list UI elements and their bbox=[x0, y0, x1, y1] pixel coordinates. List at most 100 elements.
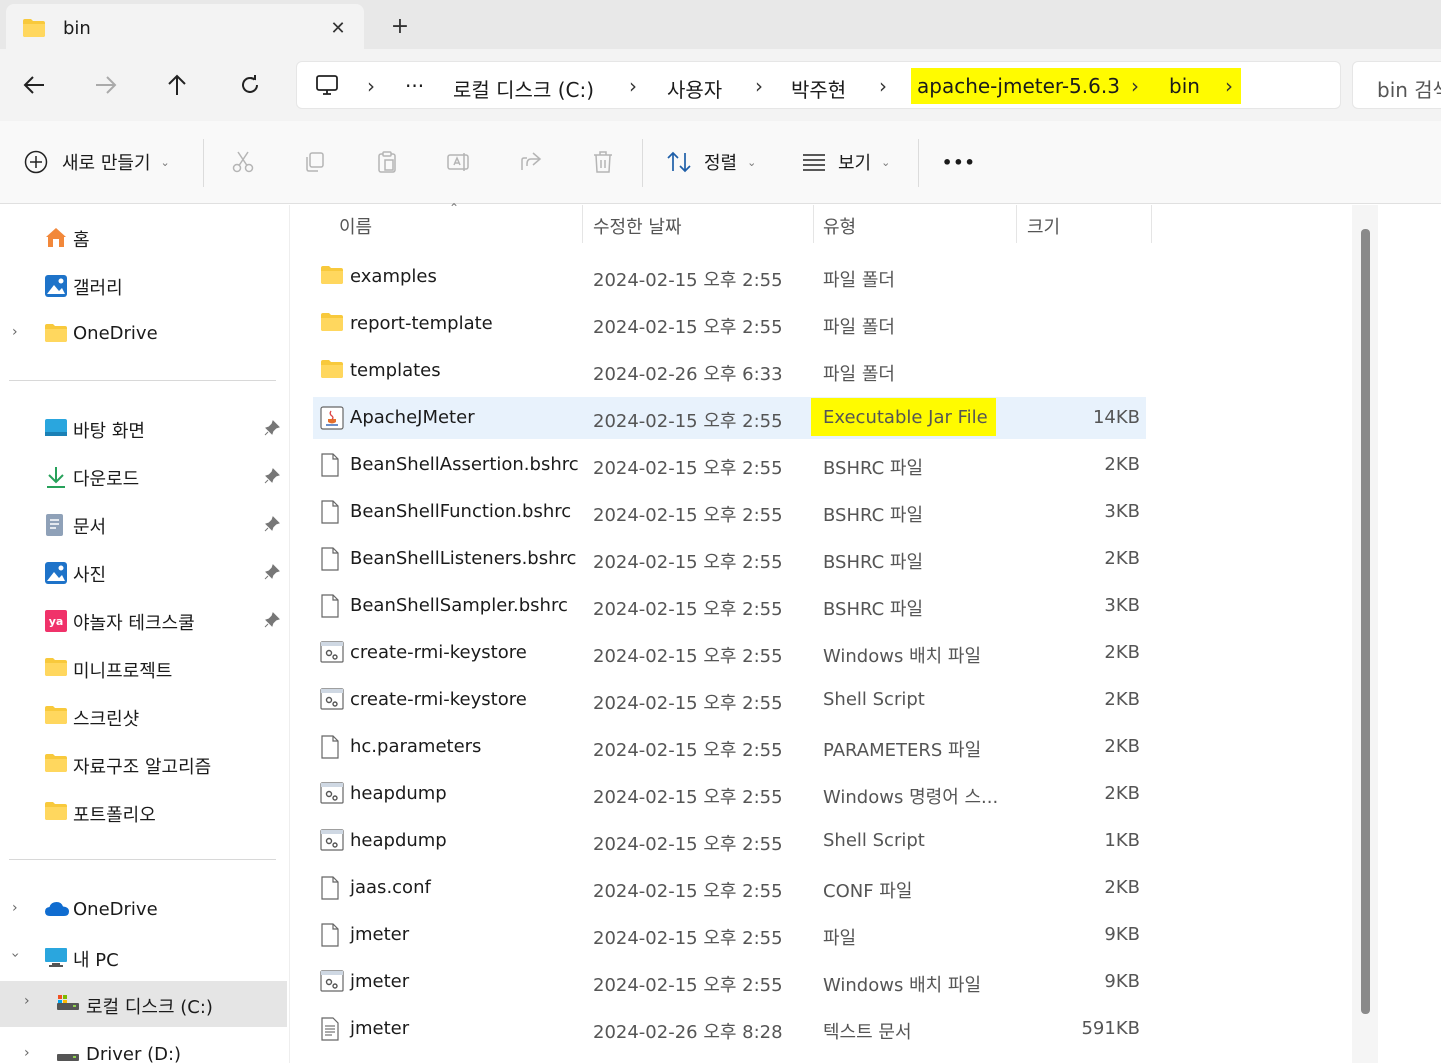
file-size: 1KB bbox=[1104, 830, 1140, 851]
sidebar-item-onedrive-personal[interactable]: › OneDrive bbox=[0, 314, 287, 354]
sidebar-item-desktop[interactable]: 바탕 화면 bbox=[0, 408, 287, 448]
column-divider[interactable] bbox=[1016, 205, 1017, 243]
folder-icon bbox=[320, 265, 344, 289]
new-tab-button[interactable]: + bbox=[384, 10, 416, 42]
file-row[interactable]: jmeter 2024-02-15 오후 2:55 파일 9KB bbox=[313, 914, 1146, 956]
share-button[interactable] bbox=[516, 147, 546, 177]
file-row[interactable]: jmeter 2024-02-15 오후 2:55 Windows 배치 파일 9KB bbox=[313, 961, 1146, 1003]
breadcrumb-separator[interactable]: › bbox=[1225, 74, 1233, 98]
tab-bin[interactable]: bin ✕ bbox=[6, 4, 364, 49]
drive-icon bbox=[56, 993, 80, 1017]
paste-button[interactable] bbox=[372, 147, 402, 177]
pin-icon[interactable] bbox=[264, 516, 280, 536]
sort-button[interactable]: 정렬 ⌄ bbox=[666, 145, 756, 179]
delete-button[interactable] bbox=[588, 147, 618, 177]
file-row[interactable]: create-rmi-keystore 2024-02-15 오후 2:55 Win… bbox=[313, 632, 1146, 674]
file-row[interactable]: BeanShellSampler.bshrc 2024-02-15 오후 2:55… bbox=[313, 585, 1146, 627]
breadcrumb-separator[interactable]: › bbox=[629, 74, 637, 98]
back-button[interactable] bbox=[14, 67, 54, 103]
sidebar-item-mini-project[interactable]: 미니프로젝트 bbox=[0, 648, 287, 688]
breadcrumb-separator: › bbox=[367, 74, 375, 98]
view-button[interactable]: 보기 ⌄ bbox=[802, 145, 890, 179]
scrollbar-thumb[interactable] bbox=[1361, 229, 1370, 1014]
breadcrumb-user-folder[interactable]: 박주현 bbox=[791, 74, 846, 103]
pin-icon[interactable] bbox=[264, 612, 280, 632]
file-row[interactable]: jmeter 2024-02-26 오후 8:28 텍스트 문서 591KB bbox=[313, 1008, 1146, 1050]
file-row[interactable]: jaas.conf 2024-02-15 오후 2:55 CONF 파일 2KB bbox=[313, 867, 1146, 909]
file-date: 2024-02-15 오후 2:55 bbox=[593, 458, 783, 479]
refresh-button[interactable] bbox=[230, 67, 270, 103]
search-input[interactable]: bin 검색 bbox=[1352, 61, 1441, 109]
file-row[interactable]: examples 2024-02-15 오후 2:55 파일 폴더 bbox=[313, 256, 1146, 298]
new-button[interactable]: 새로 만들기 ⌄ bbox=[24, 145, 170, 179]
pin-icon[interactable] bbox=[264, 468, 280, 488]
file-name: BeanShellSampler.bshrc bbox=[350, 595, 568, 616]
sidebar-item-portfolio[interactable]: 포트폴리오 bbox=[0, 792, 287, 832]
column-divider[interactable] bbox=[1151, 205, 1152, 243]
chevron-right-icon[interactable]: › bbox=[12, 900, 18, 916]
column-header-size[interactable]: 크기 bbox=[1027, 213, 1060, 239]
file-row[interactable]: heapdump 2024-02-15 오후 2:55 Shell Script 1K… bbox=[313, 820, 1146, 862]
sidebar-item-downloads[interactable]: 다운로드 bbox=[0, 456, 287, 496]
new-button-label: 새로 만들기 bbox=[62, 153, 151, 174]
column-divider[interactable] bbox=[582, 205, 583, 243]
forward-button[interactable] bbox=[86, 67, 126, 103]
chevron-right-icon[interactable]: › bbox=[12, 324, 18, 340]
copy-button[interactable] bbox=[300, 147, 330, 177]
sidebar-item-screenshots[interactable]: 스크린샷 bbox=[0, 696, 287, 736]
sidebar-item-pictures[interactable]: 사진 bbox=[0, 552, 287, 592]
breadcrumb-users[interactable]: 사용자 bbox=[667, 74, 722, 103]
file-row[interactable]: BeanShellListeners.bshrc 2024-02-15 오후 2:… bbox=[313, 538, 1146, 580]
breadcrumb-bin[interactable]: bin bbox=[1169, 74, 1200, 98]
sidebar-item-driver[interactable]: › Driver (D:) bbox=[0, 1035, 287, 1063]
breadcrumb-separator[interactable]: › bbox=[755, 74, 763, 98]
documents-icon bbox=[44, 513, 68, 537]
sidebar-item-local-disk[interactable]: › 로컬 디스크 (C:) bbox=[0, 981, 287, 1027]
folder-icon bbox=[320, 312, 344, 336]
sidebar-item-documents[interactable]: 문서 bbox=[0, 504, 287, 544]
pin-icon[interactable] bbox=[264, 564, 280, 584]
file-size: 2KB bbox=[1104, 783, 1140, 804]
file-row[interactable]: hc.parameters 2024-02-15 오후 2:55 PARAMETER… bbox=[313, 726, 1146, 768]
breadcrumb-separator[interactable]: › bbox=[1131, 74, 1139, 98]
vertical-scrollbar[interactable] bbox=[1352, 205, 1378, 1063]
breadcrumb-local-disk[interactable]: 로컬 디스크 (C:) bbox=[453, 74, 594, 103]
rename-button[interactable] bbox=[444, 147, 474, 177]
column-header-date[interactable]: 수정한 날짜 bbox=[593, 213, 682, 239]
chevron-right-icon[interactable]: › bbox=[24, 1045, 30, 1061]
tab-strip: bin ✕ + bbox=[0, 0, 1441, 49]
cut-button[interactable] bbox=[228, 147, 258, 177]
column-header-name[interactable]: 이름 bbox=[339, 213, 372, 239]
sidebar-item-algorithms[interactable]: 자료구조 알고리즘 bbox=[0, 744, 287, 784]
file-type: Executable Jar File bbox=[823, 407, 988, 428]
file-row[interactable]: report-template 2024-02-15 오후 2:55 파일 폴더 bbox=[313, 303, 1146, 345]
sidebar-item-yanolja[interactable]: ya 야놀자 테크스쿨 bbox=[0, 600, 287, 640]
cloud-icon bbox=[44, 899, 69, 923]
text-document-icon bbox=[320, 1017, 344, 1041]
close-tab-button[interactable]: ✕ bbox=[324, 14, 352, 42]
file-type: PARAMETERS 파일 bbox=[823, 740, 982, 761]
sidebar-item-label: 문서 bbox=[73, 517, 107, 538]
pin-icon[interactable] bbox=[264, 420, 280, 440]
breadcrumb-overflow-button[interactable]: ··· bbox=[405, 74, 424, 98]
file-row[interactable]: ApacheJMeter 2024-02-15 오후 2:55 Executable… bbox=[313, 397, 1146, 439]
more-options-button[interactable]: ••• bbox=[942, 145, 976, 179]
address-bar[interactable]: › ··· 로컬 디스크 (C:) › 사용자 › 박주현 › apache-j… bbox=[296, 61, 1341, 109]
file-row[interactable]: BeanShellFunction.bshrc 2024-02-15 오후 2:5… bbox=[313, 491, 1146, 533]
file-date: 2024-02-26 오후 6:33 bbox=[593, 364, 783, 385]
file-row[interactable]: templates 2024-02-26 오후 6:33 파일 폴더 bbox=[313, 350, 1146, 392]
column-divider[interactable] bbox=[813, 205, 814, 243]
chevron-down-icon[interactable]: › bbox=[7, 952, 23, 958]
breadcrumb-jmeter[interactable]: apache-jmeter-5.6.3 bbox=[917, 74, 1120, 98]
file-row[interactable]: heapdump 2024-02-15 오후 2:55 Windows 명령어 스.… bbox=[313, 773, 1146, 815]
file-row[interactable]: BeanShellAssertion.bshrc 2024-02-15 오후 2:… bbox=[313, 444, 1146, 486]
file-row[interactable]: create-rmi-keystore 2024-02-15 오후 2:55 She… bbox=[313, 679, 1146, 721]
column-header-type[interactable]: 유형 bbox=[823, 213, 856, 239]
chevron-right-icon[interactable]: › bbox=[24, 993, 30, 1009]
sidebar-item-gallery[interactable]: 갤러리 bbox=[0, 265, 287, 305]
sidebar-item-onedrive[interactable]: › OneDrive bbox=[0, 890, 287, 930]
sidebar-item-this-pc[interactable]: › 내 PC bbox=[0, 937, 287, 977]
up-button[interactable] bbox=[157, 67, 197, 103]
breadcrumb-separator[interactable]: › bbox=[879, 74, 887, 98]
sidebar-item-home[interactable]: 홈 bbox=[0, 217, 287, 257]
